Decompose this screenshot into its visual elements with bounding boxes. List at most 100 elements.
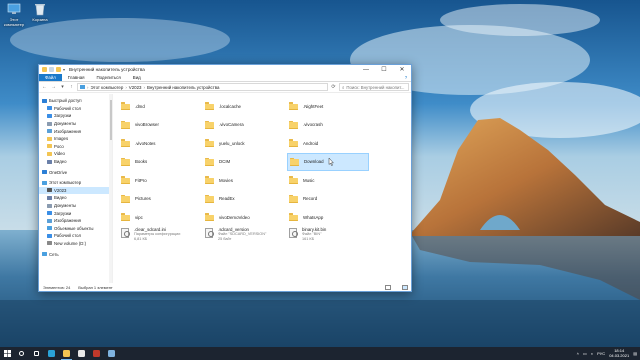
volume-icon[interactable]: ◖ [591,351,593,356]
nav-item[interactable]: Сеть [39,250,112,258]
nav-item[interactable]: Рабочий стол [39,105,112,113]
details-view-icon[interactable] [385,284,391,290]
mouse-cursor-icon [328,158,334,166]
item-count: Элементов: 24 [43,284,71,290]
folder-item[interactable]: vipc [119,208,201,227]
folder-item[interactable]: yuelu_unlock [203,134,285,153]
folder-item[interactable]: Android [287,134,369,153]
folder-item[interactable]: .NightFeet [287,97,369,116]
nav-item[interactable]: Видео [39,158,112,166]
nav-item[interactable]: V2023 [39,186,112,195]
folder-item[interactable]: .vivoNotes [119,134,201,153]
nav-scrollbar[interactable] [109,94,112,283]
nav-item[interactable]: Изображения [39,217,112,225]
title-bar[interactable]: ▾ Внутренний накопитель устройства — ☐ ✕ [39,65,411,74]
nav-item[interactable]: Быстрый доступ [39,97,112,105]
nav-item[interactable]: New volume (D:) [39,240,112,248]
navigation-pane[interactable]: Быстрый доступ Рабочий стол Загрузки Докуме… [39,94,113,283]
maximize-button[interactable]: ☐ [375,65,393,74]
taskbar-item[interactable] [14,347,29,360]
nav-item[interactable]: Видео [39,194,112,202]
tab-view[interactable]: Вид [127,74,147,81]
address-row: ← → ▾ ↑ › Этот компьютер › V2023 › Внутр… [39,82,411,93]
nav-item[interactable]: Загрузки [39,209,112,217]
folder-item[interactable]: .vivocrash [287,116,369,135]
chevron-down-icon[interactable]: ▾ [63,67,65,72]
folder-item[interactable]: .localcache [203,97,285,116]
content-pane[interactable]: .dmd .localcache .NightFeet vivoBrowser .viv… [113,94,411,283]
large-icons-view-icon[interactable] [402,284,408,290]
folder-item[interactable]: Books [119,153,201,172]
search-input[interactable]: ⌕ Поиск: Внутренний накопит... [339,83,409,91]
folder-item[interactable]: Pictures [119,190,201,209]
tab-share[interactable]: Поделиться [91,74,127,81]
pictures-icon [47,129,52,134]
breadcrumb-this-pc[interactable]: Этот компьютер [90,85,123,90]
folder-item[interactable]: Movies [203,171,285,190]
nav-item[interactable]: Изображения [39,127,112,135]
notifications-icon[interactable]: ▤ [633,351,637,356]
forward-button[interactable]: → [50,83,57,92]
recent-locations-button[interactable]: ▾ [59,83,66,92]
nav-item[interactable]: Poco [39,143,112,151]
nav-item[interactable]: Этот компьютер [39,179,112,187]
folder-item[interactable]: Record [287,190,369,209]
properties-icon[interactable] [49,67,54,72]
folder-item[interactable]: DCIM [203,153,285,172]
desktop-icon-this-pc[interactable]: Этот компьютер [1,2,27,27]
new-folder-icon[interactable] [56,67,61,72]
nav-item[interactable]: Images [39,135,112,143]
nav-item[interactable]: Объемные объекты [39,225,112,233]
close-button[interactable]: ✕ [393,65,411,74]
chevron-up-icon[interactable]: ˄ [577,351,579,356]
desktop-icon-recycle-bin[interactable]: Корзина [27,2,53,22]
folder-item[interactable]: .vivoCamera [203,116,285,135]
desktop-icon-label: Корзина [32,17,48,22]
clock[interactable]: 18:14 04.03.2021 [609,348,629,358]
help-icon[interactable]: ? [401,74,411,81]
nav-scrollbar-thumb[interactable] [109,100,112,140]
folder-item[interactable]: ReadEx [203,190,285,209]
folder-item[interactable]: Music [287,171,369,190]
back-button[interactable]: ← [41,83,48,92]
search-icon: ⌕ [342,84,345,90]
taskbar-item[interactable] [89,347,104,360]
item-name: yuelu_unlock [219,140,245,146]
folder-item[interactable]: vivoBrowser [119,116,201,135]
folder-icon [289,176,298,185]
nav-item[interactable]: Документы [39,202,112,210]
minimize-button[interactable]: — [357,65,375,74]
file-item[interactable]: .clear_sdcard.ini Параметры конфигурации 6… [119,227,201,246]
folder-icon [289,120,298,129]
breadcrumb-storage[interactable]: Внутренний накопитель устройства [147,85,219,90]
tab-home[interactable]: Главная [62,74,91,81]
nav-item[interactable]: Рабочий стол [39,232,112,240]
taskbar-item[interactable] [59,347,74,360]
nav-item[interactable]: Документы [39,120,112,128]
language-indicator[interactable]: РУС [597,351,605,356]
file-item[interactable]: .sdcard_version Файл "SDCARD_VERSION" 25 б… [203,227,285,246]
search-icon [19,351,24,356]
folder-item[interactable]: FitPro [119,171,201,190]
folder-item[interactable]: WhatsApp [287,208,369,227]
taskbar-item[interactable] [29,347,44,360]
file-item[interactable]: binary.kit.bin Файл "BIN" 161 КБ [287,227,369,246]
start-button[interactable] [0,347,14,360]
tab-file[interactable]: Файл [39,74,62,81]
folder-item[interactable]: vivoDemoVideo [203,208,285,227]
breadcrumb-device[interactable]: V2023 [129,85,142,90]
folder-item[interactable]: .dmd [119,97,201,116]
taskbar-item[interactable] [44,347,59,360]
address-bar[interactable]: › Этот компьютер › V2023 › Внутренний на… [77,83,328,91]
nav-item[interactable]: OneDrive [39,168,112,176]
taskbar-item[interactable] [104,347,119,360]
refresh-button[interactable]: ⟳ [330,83,337,92]
nav-item-label: Сеть [49,251,59,257]
network-icon[interactable]: ▭ [583,351,587,356]
nav-item-label: Этот компьютер [49,180,82,186]
nav-item[interactable]: Video [39,150,112,158]
folder-icon [205,213,214,222]
up-button[interactable]: ↑ [68,83,75,92]
taskbar-item[interactable] [74,347,89,360]
nav-item[interactable]: Загрузки [39,112,112,120]
